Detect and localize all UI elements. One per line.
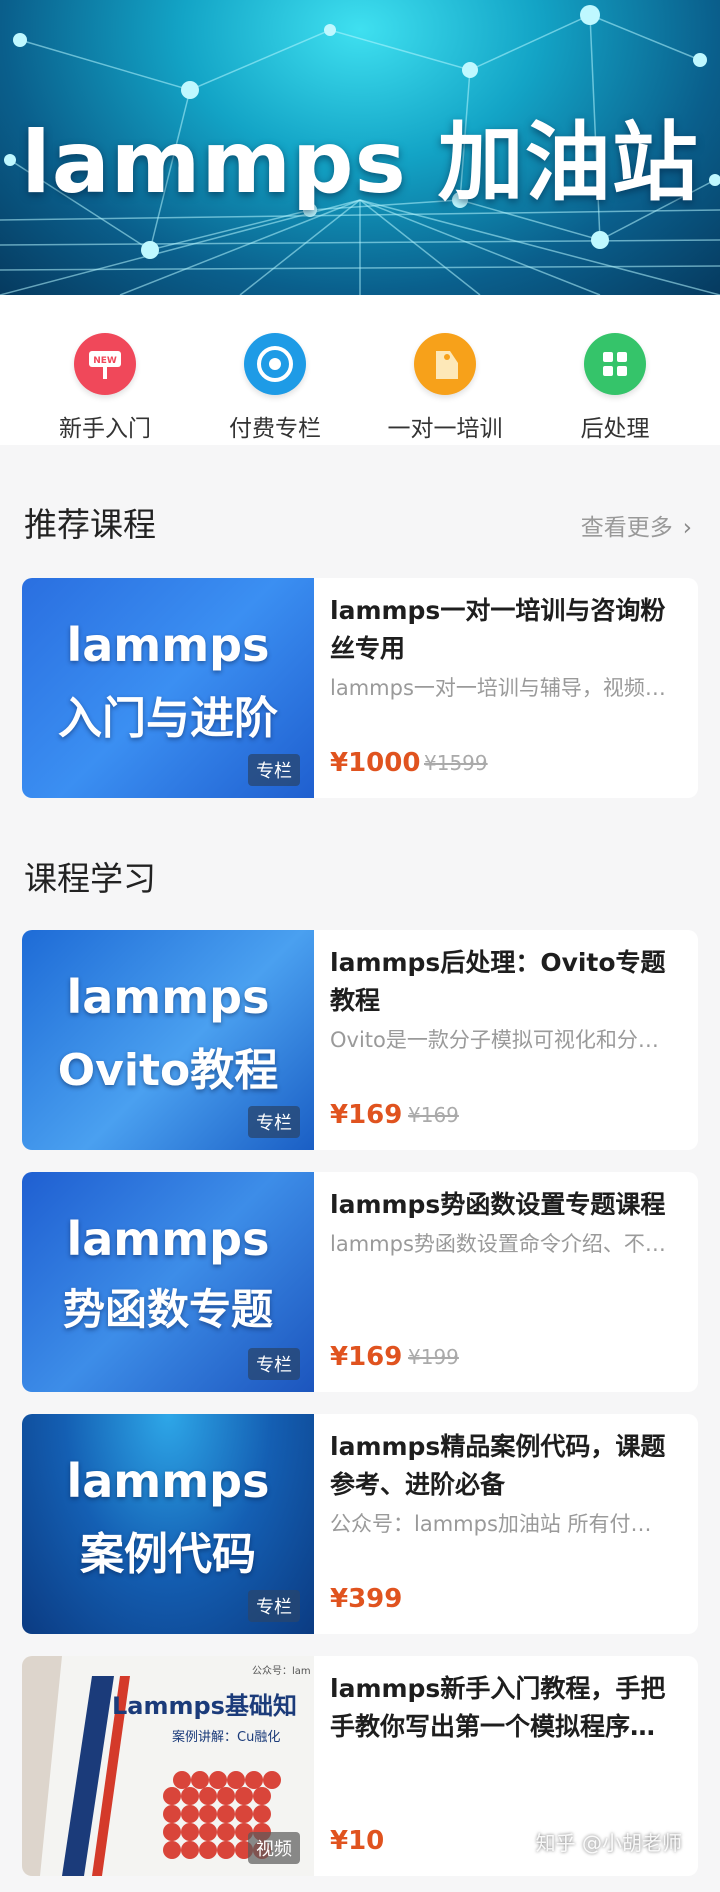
watermark: 知乎 @小胡老师 [535,1831,682,1855]
type-badge: 专栏 [248,1348,300,1380]
original-price: ¥199 [408,1345,459,1369]
nav-paid-column[interactable]: 付费专栏 [200,333,350,443]
thumb-line: 势函数专题 [62,1285,273,1334]
course-thumbnail: lammps Ovito教程 专栏 [22,930,314,1150]
chevron-right-icon: › [682,515,692,541]
course-info: lammps精品案例代码，课题参考、进阶必备 公众号：lammps加油站 所有付… [330,1428,686,1624]
thumb-line: lammps [66,1212,270,1266]
thumb-line: 入门与进阶 [58,693,278,744]
view-more-label: 查看更多 [580,515,673,541]
thumb-line: Lammps基础知 [112,1692,297,1720]
course-thumbnail: lammps 入门与进阶 专栏 [22,578,314,798]
nav-label: 后处理 [580,416,650,442]
thumb-line: lammps [66,970,270,1024]
tag-icon [414,333,476,395]
type-badge: 专栏 [248,1106,300,1138]
thumb-line: lammps [66,618,270,672]
quick-nav: NEW 新手入门 付费专栏 一对一培训 后处理 [0,295,720,445]
price: ¥169 [330,1100,403,1130]
course-card[interactable]: Lammps基础知 案例讲解：Cu融化 公众号：lam 视频 lammps新手入… [22,1656,698,1876]
type-badge: 视频 [248,1832,300,1864]
new-sign-icon: NEW [74,333,136,395]
price: ¥399 [330,1584,403,1614]
courses-title: 课程学习 [24,859,156,898]
thumb-line: 公众号：lam [252,1666,311,1677]
banner-title: lammps 加油站 [21,113,699,213]
type-badge: 专栏 [248,1590,300,1622]
nav-beginner[interactable]: NEW 新手入门 [30,333,180,443]
course-card[interactable]: lammps 势函数专题 专栏 lammps势函数设置专题课程 lammps势函… [22,1172,698,1392]
course-info: lammps后处理：Ovito专题教程 Ovito是一款分子模拟可视化和分… ¥… [330,944,686,1140]
course-title: lammps一对一培训与咨询粉丝专用 [330,596,666,663]
course-title: lammps后处理：Ovito专题教程 [330,948,666,1015]
course-info: lammps势函数设置专题课程 lammps势函数设置命令介绍、不… ¥169 … [330,1186,686,1382]
nav-one-on-one[interactable]: 一对一培训 [370,333,520,443]
original-price: ¥1599 [424,751,488,775]
recommended-title: 推荐课程 [24,505,156,544]
thumb-line: lammps [66,1454,270,1508]
course-title: lammps新手入门教程，手把手教你写出第一个模拟程序… [330,1674,666,1741]
view-more-link[interactable]: 查看更多 › [581,508,692,542]
course-desc: 公众号：lammps加油站 所有付… [330,1512,652,1536]
course-thumbnail: Lammps基础知 案例讲解：Cu融化 公众号：lam 视频 [22,1656,314,1876]
course-desc: lammps势函数设置命令介绍、不… [330,1232,666,1256]
svg-text:NEW: NEW [93,356,117,366]
original-price: ¥169 [408,1103,459,1127]
course-desc: Ovito是一款分子模拟可视化和分… [330,1028,659,1052]
price: ¥10 [330,1826,385,1856]
type-badge: 专栏 [248,754,300,786]
course-card[interactable]: lammps 入门与进阶 专栏 lammps一对一培训与咨询粉丝专用 lammp… [22,578,698,798]
course-title: lammps精品案例代码，课题参考、进阶必备 [330,1432,666,1499]
nav-label: 一对一培训 [387,416,503,442]
course-thumbnail: lammps 案例代码 专栏 [22,1414,314,1634]
hero-banner[interactable]: lammps 加油站 [0,0,720,295]
nav-postprocess[interactable]: 后处理 [540,333,690,443]
nav-label: 付费专栏 [229,416,321,442]
thumb-line: 案例代码 [80,1529,256,1580]
grid-icon [584,333,646,395]
course-thumbnail: lammps 势函数专题 专栏 [22,1172,314,1392]
price: ¥1000 [330,748,421,778]
course-info: lammps一对一培训与咨询粉丝专用 lammps一对一培训与辅导，视频… ¥1… [330,592,686,788]
price: ¥169 [330,1342,403,1372]
thumb-line: Ovito教程 [57,1045,279,1096]
nav-label: 新手入门 [59,416,151,442]
course-desc: lammps一对一培训与辅导，视频… [330,676,666,700]
course-title: lammps势函数设置专题课程 [330,1190,666,1219]
course-card[interactable]: lammps 案例代码 专栏 lammps精品案例代码，课题参考、进阶必备 公众… [22,1414,698,1634]
thumb-line: 案例讲解：Cu融化 [172,1730,281,1745]
course-card[interactable]: lammps Ovito教程 专栏 lammps后处理：Ovito专题教程 Ov… [22,930,698,1150]
column-icon [244,333,306,395]
